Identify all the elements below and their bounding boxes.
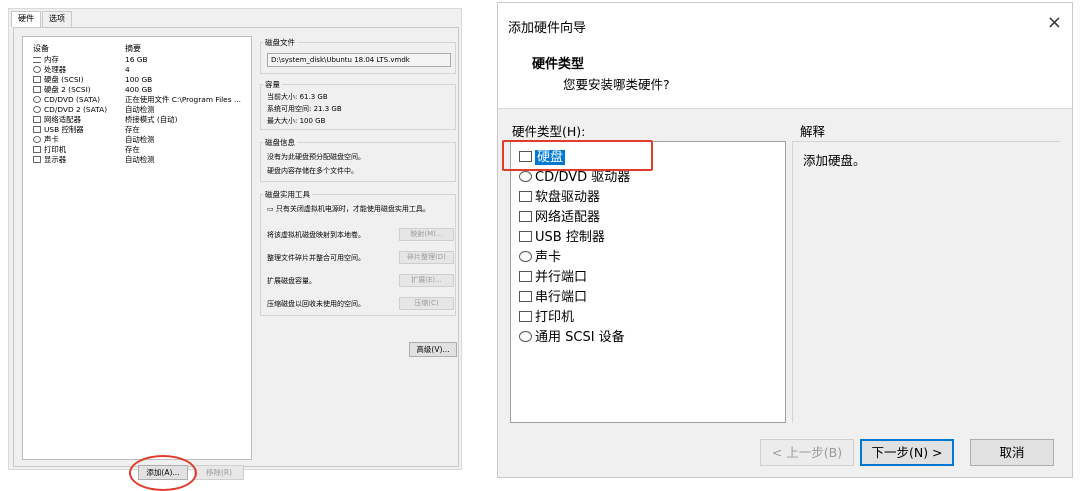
wizard-titlebar: 添加硬件向导 × [498, 3, 1072, 43]
hw-item-harddisk[interactable]: 硬盘 [519, 148, 566, 168]
add-hardware-button[interactable]: 添加(A)... [138, 465, 188, 480]
disk-info-line2: 硬盘内容存储在多个文件中。 [267, 167, 358, 175]
capacity-group: 容量 当前大小: 61.3 GB 系统可用空间: 21.3 GB 最大大小: 1… [260, 79, 456, 130]
hw-item-floppy[interactable]: 软盘驱动器 [519, 188, 600, 208]
disk-info-line1: 没有为此硬盘预分配磁盘空间。 [267, 153, 365, 161]
wizard-title: 添加硬件向导 [508, 21, 587, 36]
explanation-panel: 添加硬盘。 [792, 141, 1060, 423]
hw-item-scsi[interactable]: 通用 SCSI 设备 [519, 328, 625, 348]
harddisk-icon [33, 86, 41, 93]
next-button[interactable]: 下一步(N) > [860, 439, 954, 466]
disk-utilities-group: 磁盘实用工具 ▭ 只有关闭虚拟机电源时，才能使用磁盘实用工具。 将该虚拟机磁盘映… [260, 189, 456, 316]
defrag-row-text: 整理文件碎片并整合可用空间。 [267, 254, 365, 262]
device-column-header: 设备 [33, 44, 49, 53]
wizard-header: 硬件类型 您要安装哪类硬件? [498, 43, 1072, 109]
disk-info-title: 磁盘信息 [263, 137, 297, 148]
capacity-available: 系统可用空间: 21.3 GB [267, 105, 342, 113]
sound-icon [33, 136, 41, 143]
hw-item-sound[interactable]: 声卡 [519, 248, 561, 268]
cd-icon [33, 96, 41, 103]
hardware-type-list[interactable]: 硬盘 CD/DVD 驱动器 软盘驱动器 网络适配器 USB 控制器 声卡 并行端… [510, 141, 786, 423]
map-button[interactable]: 映射(M)... [399, 228, 454, 241]
printer-icon [33, 146, 41, 153]
vm-settings-panel: 硬件 选项 设备 摘要 内存 16 GB 处理器 4 硬盘 (SCSI) 100 GB… [8, 8, 462, 491]
memory-icon [33, 57, 41, 63]
hw-item-network[interactable]: 网络适配器 [519, 208, 600, 228]
add-hardware-wizard: 添加硬件向导 × 硬件类型 您要安装哪类硬件? 硬件类型(H): 硬盘 CD/D… [497, 2, 1073, 478]
hw-item-cddvd[interactable]: CD/DVD 驱动器 [519, 168, 630, 188]
hw-item-usb[interactable]: USB 控制器 [519, 228, 605, 248]
display-icon [33, 156, 41, 163]
explanation-text: 添加硬盘。 [803, 153, 866, 168]
cd-icon [33, 106, 41, 113]
network-icon [519, 211, 532, 222]
expand-row-text: 扩展磁盘容量。 [267, 277, 316, 285]
disk-file-title: 磁盘文件 [263, 37, 297, 48]
defrag-button[interactable]: 碎片整理(D) [399, 251, 454, 264]
tab-hardware[interactable]: 硬件 [11, 11, 41, 27]
parallel-port-icon [519, 271, 532, 282]
floppy-icon [519, 191, 532, 202]
wizard-header-subtitle: 您要安装哪类硬件? [563, 77, 670, 92]
scsi-icon [519, 331, 532, 342]
cancel-button[interactable]: 取消 [970, 439, 1054, 466]
disk-file-group: 磁盘文件 D:\system_disk\Ubuntu 18.04 LTS.vmd… [260, 37, 456, 74]
disk-file-path-field[interactable]: D:\system_disk\Ubuntu 18.04 LTS.vmdk [267, 53, 451, 67]
sound-icon [519, 251, 532, 262]
explanation-label: 解释 [800, 124, 826, 139]
expand-button[interactable]: 扩展(E)... [399, 274, 454, 287]
hw-item-serial-port[interactable]: 串行端口 [519, 288, 587, 308]
printer-icon [519, 311, 532, 322]
compact-button[interactable]: 压缩(C) [399, 297, 454, 310]
hardware-type-label: 硬件类型(H): [512, 124, 586, 139]
serial-port-icon [519, 291, 532, 302]
hardware-pane: 设备 摘要 内存 16 GB 处理器 4 硬盘 (SCSI) 100 GB 硬盘 2 … [13, 27, 459, 491]
harddisk-icon [519, 151, 532, 162]
cd-icon [519, 171, 532, 182]
capacity-current: 当前大小: 61.3 GB [267, 93, 328, 101]
device-list[interactable]: 设备 摘要 内存 16 GB 处理器 4 硬盘 (SCSI) 100 GB 硬盘 2 … [22, 36, 252, 460]
back-button[interactable]: < 上一步(B) [760, 439, 854, 466]
advanced-button[interactable]: 高级(V)... [409, 342, 457, 357]
network-icon [33, 116, 41, 123]
disk-utilities-note: ▭ 只有关闭虚拟机电源时，才能使用磁盘实用工具。 [267, 205, 430, 213]
disk-info-group: 磁盘信息 没有为此硬盘预分配磁盘空间。 硬盘内容存储在多个文件中。 [260, 137, 456, 182]
processor-icon [33, 66, 41, 73]
usb-icon [519, 231, 532, 242]
capacity-max: 最大大小: 100 GB [267, 117, 326, 125]
harddisk-icon [33, 76, 41, 83]
summary-column-header: 摘要 [125, 44, 141, 53]
info-icon: ▭ [267, 205, 276, 213]
compact-row-text: 压缩磁盘以回收未使用的空间。 [267, 300, 365, 308]
map-row-text: 将该虚拟机磁盘映射到本地卷。 [267, 231, 365, 239]
hw-item-parallel-port[interactable]: 并行端口 [519, 268, 587, 288]
usb-icon [33, 126, 41, 133]
wizard-header-title: 硬件类型 [532, 57, 585, 72]
remove-hardware-button[interactable]: 移除(R) [194, 465, 244, 480]
hw-item-printer[interactable]: 打印机 [519, 308, 574, 328]
close-icon[interactable]: × [1047, 14, 1062, 32]
capacity-title: 容量 [263, 79, 282, 90]
disk-utilities-title: 磁盘实用工具 [263, 189, 312, 200]
settings-tabs: 硬件 选项 [11, 11, 73, 27]
tab-options[interactable]: 选项 [42, 11, 72, 27]
